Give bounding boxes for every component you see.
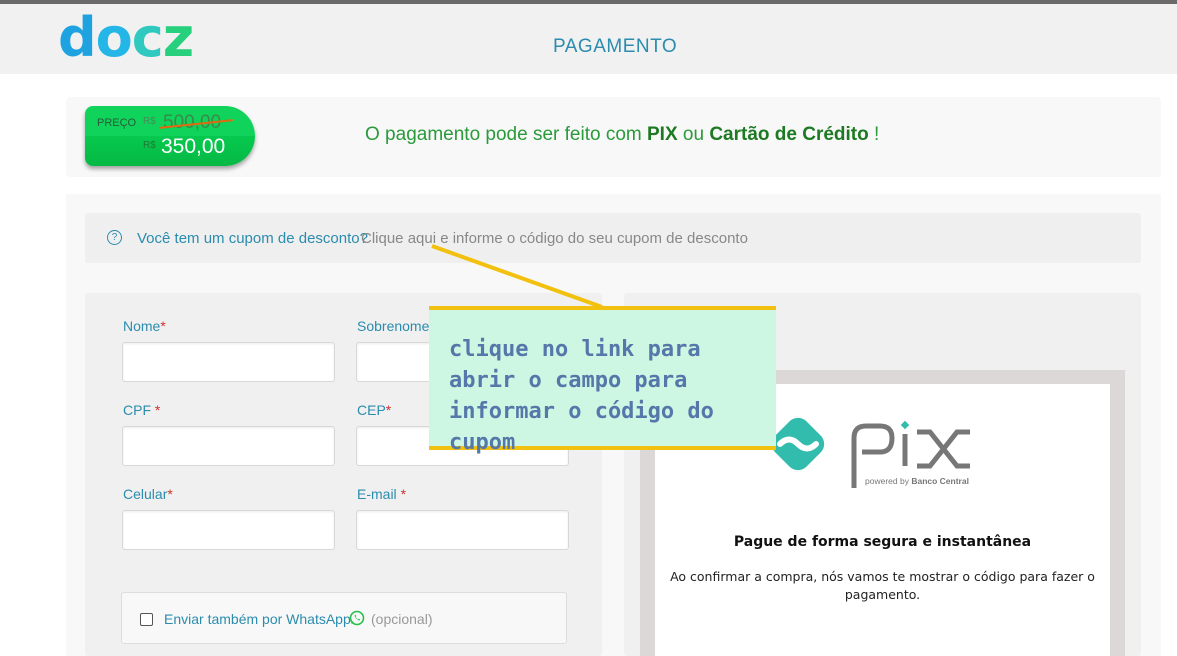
- credit-card-method: Cartão de Crédito: [709, 124, 869, 145]
- coupon-question: Você tem um cupom de desconto?: [137, 230, 368, 247]
- annotation-text: clique no link para abrir o campo para i…: [449, 337, 714, 455]
- phone-label: Celular*: [123, 486, 173, 502]
- page-title: PAGAMENTO: [553, 36, 678, 57]
- new-price: 350,00: [161, 135, 226, 158]
- whatsapp-label[interactable]: Enviar também por WhatsApp: [164, 611, 351, 627]
- pix-title: Pague de forma segura e instantânea: [733, 534, 1032, 550]
- pix-description: Ao confirmar a compra, nós vamos te most…: [670, 569, 1095, 602]
- payment-methods-message: O pagamento pode ser feito com PIX ou Ca…: [365, 124, 880, 145]
- cpf-input[interactable]: [122, 426, 335, 466]
- docz-logo[interactable]: docz: [58, 8, 194, 68]
- whatsapp-checkbox[interactable]: [140, 613, 153, 626]
- email-input[interactable]: [356, 510, 569, 550]
- whatsapp-icon: [349, 610, 365, 626]
- price-badge: PREÇO R$ 500,00 R$ 350,00: [85, 106, 255, 166]
- coupon-link[interactable]: Clique aqui e informe o código do seu cu…: [361, 230, 748, 247]
- header: docz PAGAMENTO: [0, 4, 1177, 74]
- old-price-currency: R$: [143, 116, 156, 127]
- cpf-label: CPF *: [123, 402, 161, 418]
- first-name-label: Nome*: [123, 318, 166, 334]
- last-name-label: Sobrenome*: [357, 318, 435, 334]
- cep-label: CEP*: [357, 402, 392, 418]
- annotation-callout: clique no link para abrir o campo para i…: [429, 306, 776, 455]
- question-circle-icon: ?: [107, 230, 122, 245]
- whatsapp-optional-note: (opcional): [371, 611, 433, 627]
- price-label: PREÇO: [97, 117, 137, 129]
- pix-logo: powered by Banco Central: [771, 417, 970, 488]
- new-price-currency: R$: [143, 140, 156, 151]
- first-name-input[interactable]: [122, 342, 335, 382]
- phone-input[interactable]: [122, 510, 335, 550]
- pix-method: PIX: [647, 124, 678, 145]
- svg-text:powered by Banco Central: powered by Banco Central: [865, 476, 969, 486]
- email-label: E-mail *: [357, 486, 407, 502]
